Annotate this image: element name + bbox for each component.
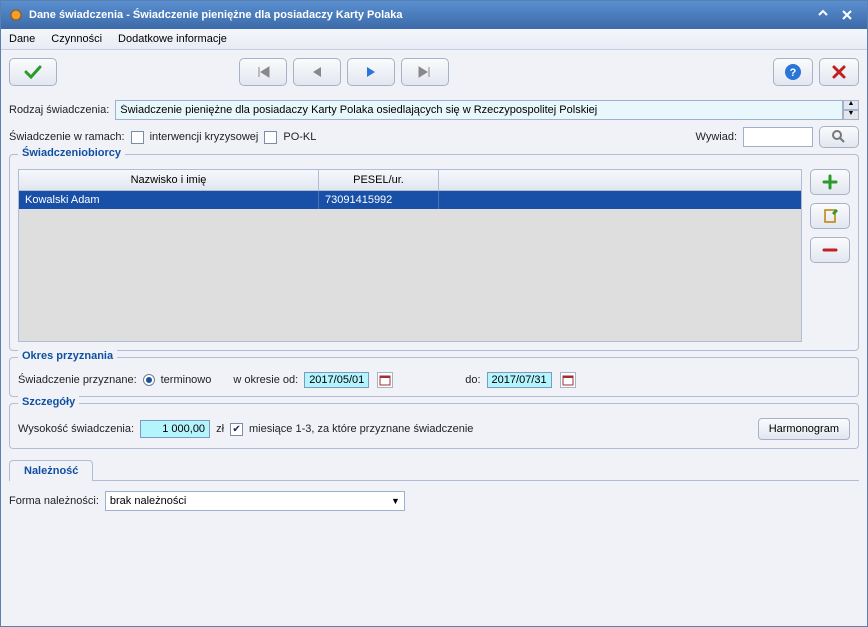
swiadczenie-ramach-row: Świadczenie w ramach: interwencji kryzys…: [9, 126, 859, 148]
menu-dodatkowe[interactable]: Dodatkowe informacje: [118, 33, 227, 45]
group-swiadczeniobiorcy-legend: Świadczeniobiorcy: [18, 147, 125, 159]
forma-select[interactable]: brak należności ▼: [105, 491, 405, 511]
date-to-input[interactable]: 2017/07/31: [487, 372, 552, 388]
window-title: Dane świadczenia - Świadczenie pieniężne…: [29, 9, 403, 21]
currency-label: zł: [216, 423, 224, 435]
cell-pesel: 73091415992: [319, 191, 439, 209]
menu-czynnosci[interactable]: Czynności: [51, 33, 102, 45]
radio-dot-icon: [146, 377, 152, 383]
date-to-picker[interactable]: [560, 372, 576, 388]
nav-first-button[interactable]: [239, 58, 287, 86]
group-okres: Okres przyznania Świadczenie przyznane: …: [9, 357, 859, 397]
nav-last-button[interactable]: [401, 58, 449, 86]
rodzaj-row: Rodzaj świadczenia: ▲ ▼: [9, 100, 859, 120]
chevron-down-icon: ▼: [391, 496, 400, 506]
group-szczegoly: Szczegóły Wysokość świadczenia: zł ✔ mie…: [9, 403, 859, 449]
rodzaj-spin-down[interactable]: ▼: [843, 110, 859, 120]
titlebar: Dane świadczenia - Świadczenie pieniężne…: [1, 1, 867, 29]
terminowo-label: terminowo: [161, 374, 212, 386]
window: Dane świadczenia - Świadczenie pieniężne…: [0, 0, 868, 627]
przyznane-label: Świadczenie przyznane:: [18, 374, 137, 386]
amount-input[interactable]: [140, 420, 210, 438]
add-row-button[interactable]: [810, 169, 850, 195]
wysokosc-label: Wysokość świadczenia:: [18, 423, 134, 435]
group-okres-legend: Okres przyznania: [18, 350, 117, 362]
minimize-button[interactable]: [811, 5, 835, 25]
forma-select-value: brak należności: [110, 495, 186, 507]
help-button[interactable]: ?: [773, 58, 813, 86]
rodzaj-input[interactable]: [115, 100, 843, 120]
rodzaj-label: Rodzaj świadczenia:: [9, 104, 109, 116]
do-label: do:: [465, 374, 480, 386]
beneficiaries-table: Nazwisko i imię PESEL/ur. Kowalski Adam …: [18, 169, 802, 342]
table-row[interactable]: Kowalski Adam 73091415992: [19, 191, 801, 209]
menu-dane[interactable]: Dane: [9, 33, 35, 45]
cell-name: Kowalski Adam: [19, 191, 319, 209]
chk-interwencji-label: interwencji kryzysowej: [150, 131, 259, 143]
chk-pokl[interactable]: [264, 131, 277, 144]
nav-next-button[interactable]: [347, 58, 395, 86]
swiadczenie-ramach-label: Świadczenie w ramach:: [9, 131, 125, 143]
group-szczegoly-legend: Szczegóły: [18, 396, 79, 408]
confirm-button[interactable]: [9, 58, 57, 86]
okres-od-label: w okresie od:: [233, 374, 298, 386]
app-icon: [9, 8, 23, 22]
content: Rodzaj świadczenia: ▲ ▼ Świadczenie w ra…: [1, 94, 867, 626]
rodzaj-spin-up[interactable]: ▲: [843, 100, 859, 110]
nav-prev-button[interactable]: [293, 58, 341, 86]
wywiad-input[interactable]: [743, 127, 813, 147]
tab-naleznosc[interactable]: Należność: [9, 460, 93, 481]
col-name[interactable]: Nazwisko i imię: [19, 170, 319, 190]
radio-terminowo[interactable]: [143, 374, 155, 386]
tab-strip: Należność: [9, 459, 859, 481]
chk-interwencji[interactable]: [131, 131, 144, 144]
rodzaj-spinbox: ▲ ▼: [115, 100, 859, 120]
remove-row-button[interactable]: [810, 237, 850, 263]
group-swiadczeniobiorcy: Świadczeniobiorcy Nazwisko i imię PESEL/…: [9, 154, 859, 351]
svg-text:?: ?: [790, 67, 797, 79]
wywiad-label: Wywiad:: [696, 131, 737, 143]
toolbar: ?: [1, 50, 867, 94]
date-from-input[interactable]: 2017/05/01: [304, 372, 369, 388]
naleznosc-panel: Forma należności: brak należności ▼: [9, 487, 859, 515]
menubar: Dane Czynności Dodatkowe informacje: [1, 29, 867, 50]
close-button[interactable]: [835, 5, 859, 25]
wywiad-search-button[interactable]: [819, 126, 859, 148]
edit-row-button[interactable]: [810, 203, 850, 229]
cancel-button[interactable]: [819, 58, 859, 86]
col-pesel[interactable]: PESEL/ur.: [319, 170, 439, 190]
harmonogram-button[interactable]: Harmonogram: [758, 418, 850, 440]
chk-miesiace[interactable]: ✔: [230, 423, 243, 436]
date-from-picker[interactable]: [377, 372, 393, 388]
chk-pokl-label: PO-KL: [283, 131, 316, 143]
forma-label: Forma należności:: [9, 495, 99, 507]
miesiace-label: miesiące 1-3, za które przyznane świadcz…: [249, 423, 473, 435]
